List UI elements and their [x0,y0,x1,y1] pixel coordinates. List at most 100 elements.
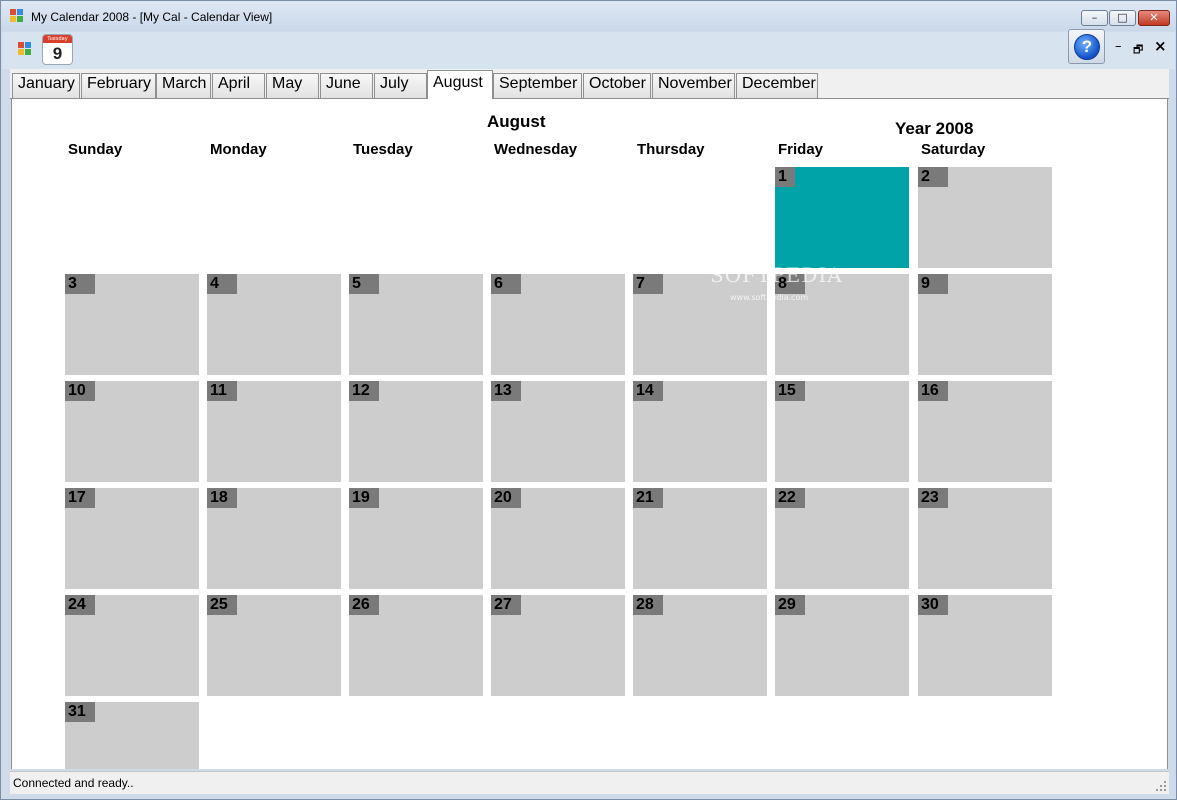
tab-april[interactable]: April [212,73,265,98]
day-cell[interactable]: 11 [207,381,341,482]
tab-august[interactable]: August [427,70,493,99]
tab-may[interactable]: May [266,73,319,98]
day-cell[interactable]: 9 [918,274,1052,375]
day-number: 17 [65,488,95,508]
maximize-button[interactable]: □ [1109,10,1136,26]
day-cell[interactable]: 29 [775,595,909,696]
calendar-view: August Year 2008 Sunday Monday Tuesday W… [11,99,1168,769]
day-number: 24 [65,595,95,615]
day-cell[interactable]: 16 [918,381,1052,482]
close-icon: ✕ [1149,11,1159,24]
day-cell[interactable]: 6 [491,274,625,375]
month-title: August [487,112,546,131]
window-title: My Calendar 2008 - [My Cal - Calendar Vi… [31,10,273,24]
day-cell[interactable]: 24 [65,595,199,696]
day-number: 12 [349,381,379,401]
day-cell[interactable]: 8 [775,274,909,375]
day-number: 14 [633,381,663,401]
day-cell[interactable]: 28 [633,595,767,696]
day-number: 21 [633,488,663,508]
day-cell[interactable]: 18 [207,488,341,589]
close-button[interactable]: ✕ [1138,10,1170,26]
tab-december[interactable]: December [736,73,818,98]
year-title: Year 2008 [895,119,974,138]
child-restore-button[interactable]: 🗗 [1133,41,1143,60]
day-cell[interactable]: 23 [918,488,1052,589]
day-number: 10 [65,381,95,401]
day-cell[interactable]: 17 [65,488,199,589]
day-number: 5 [349,274,379,294]
child-minimize-button[interactable]: – [1115,39,1122,54]
day-number: 11 [207,381,237,401]
tab-november[interactable]: November [652,73,735,98]
day-cell[interactable]: 13 [491,381,625,482]
day-number: 31 [65,702,95,722]
weekday-header-thursday: Thursday [637,141,705,158]
weekday-header-monday: Monday [210,141,267,158]
day-number: 16 [918,381,948,401]
day-number: 7 [633,274,663,294]
day-cell[interactable]: 10 [65,381,199,482]
day-cell[interactable]: 4 [207,274,341,375]
app-menu-icon[interactable] [18,42,32,56]
toolbar: Tuesday 9 ? – 🗗 × [2,29,1175,69]
help-button[interactable]: ? [1068,29,1105,64]
day-cell[interactable]: 3 [65,274,199,375]
day-number: 23 [918,488,948,508]
day-number: 29 [775,595,805,615]
status-text: Connected and ready.. [13,776,134,790]
title-bar[interactable]: My Calendar 2008 - [My Cal - Calendar Vi… [1,1,1176,31]
minimize-button[interactable]: – [1081,10,1108,26]
day-cell[interactable]: 26 [349,595,483,696]
day-number: 6 [491,274,521,294]
watermark-url: www.softpedia.com [730,293,809,302]
month-tabs: January February March April May June Ju… [10,69,1169,99]
day-number: 13 [491,381,521,401]
day-number: 28 [633,595,663,615]
day-number: 22 [775,488,805,508]
tab-september[interactable]: September [493,73,582,98]
resize-grip-icon[interactable] [1156,781,1166,791]
day-cell[interactable]: 19 [349,488,483,589]
day-number: 18 [207,488,237,508]
day-number: 1 [775,167,795,187]
help-icon: ? [1074,34,1100,60]
weekday-header-tuesday: Tuesday [353,141,413,158]
day-number: 30 [918,595,948,615]
day-cell[interactable]: 30 [918,595,1052,696]
day-cell[interactable]: 27 [491,595,625,696]
tab-march[interactable]: March [156,73,211,98]
day-cell[interactable]: 31 [65,702,199,769]
day-cell[interactable]: 20 [491,488,625,589]
tab-february[interactable]: February [81,73,156,98]
tab-october[interactable]: October [583,73,651,98]
weekday-header-wednesday: Wednesday [494,141,578,158]
child-close-button[interactable]: × [1154,37,1167,55]
today-day-number: 9 [52,44,63,63]
day-number: 9 [918,274,948,294]
app-icon[interactable] [10,9,24,23]
today-weekday-label: Tuesday [43,35,72,43]
tab-july[interactable]: July [374,73,427,98]
weekday-header-friday: Friday [778,141,824,158]
day-cell[interactable]: 12 [349,381,483,482]
today-calendar-icon[interactable]: Tuesday 9 [42,34,73,65]
day-cell[interactable]: 5 [349,274,483,375]
weekday-header-sunday: Sunday [68,141,123,158]
app-window: My Calendar 2008 - [My Cal - Calendar Vi… [0,0,1177,800]
weekday-header-saturday: Saturday [921,141,986,158]
day-cell[interactable]: 22 [775,488,909,589]
tab-june[interactable]: June [320,73,373,98]
day-cell[interactable]: 21 [633,488,767,589]
day-cell[interactable]: 7 [633,274,767,375]
day-cell[interactable]: 1 [775,167,909,268]
day-cell[interactable]: 15 [775,381,909,482]
day-cell[interactable]: 14 [633,381,767,482]
tab-january[interactable]: January [12,73,80,98]
day-cell[interactable]: 25 [207,595,341,696]
day-cell[interactable]: 2 [918,167,1052,268]
day-number: 15 [775,381,805,401]
day-number: 3 [65,274,95,294]
maximize-icon: □ [1117,11,1128,24]
day-number: 2 [918,167,948,187]
